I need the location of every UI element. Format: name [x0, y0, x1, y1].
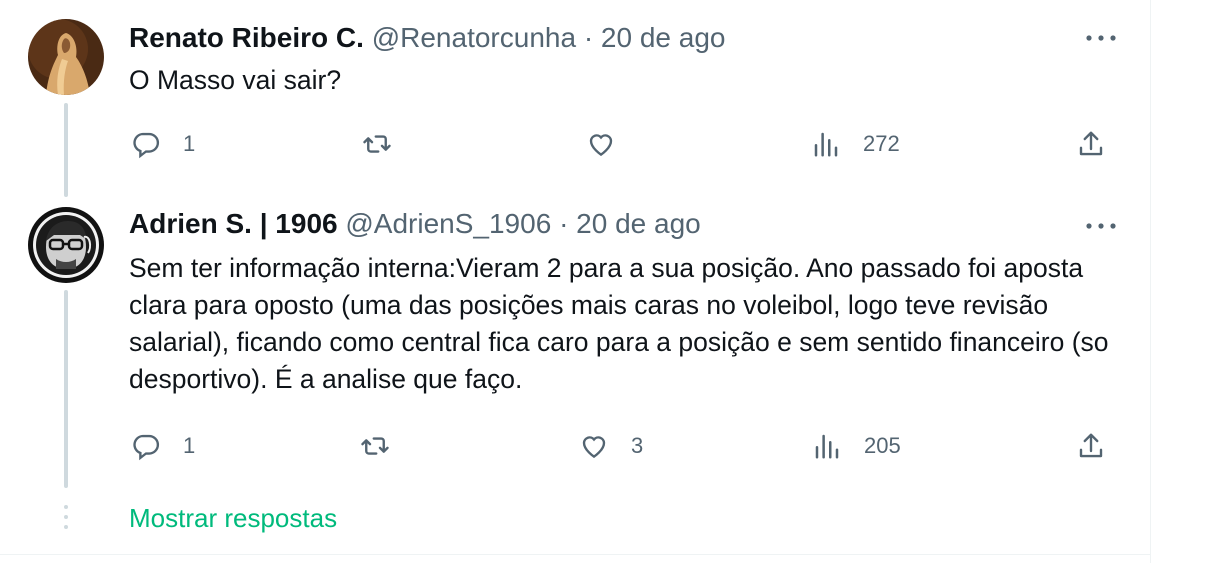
like-button[interactable] — [586, 124, 638, 164]
retweet-icon — [361, 437, 389, 455]
separator-dot: · — [583, 22, 594, 53]
share-icon — [1079, 131, 1103, 156]
share-icon — [1079, 433, 1103, 458]
reply-icon — [133, 434, 160, 461]
author-name[interactable]: Adrien S. | 1906 — [129, 208, 338, 239]
more-options-icon[interactable] — [1084, 28, 1118, 48]
avatar[interactable] — [28, 19, 104, 95]
like-count: 3 — [631, 433, 644, 458]
share-button[interactable] — [1076, 124, 1106, 164]
more-options-icon[interactable] — [1084, 216, 1118, 236]
reply-button[interactable]: 1 — [131, 124, 195, 164]
views-button[interactable]: 205 — [812, 426, 901, 466]
views-button[interactable]: 272 — [811, 124, 900, 164]
share-button[interactable] — [1076, 426, 1106, 466]
author-handle[interactable]: @AdrienS_1906 — [345, 208, 551, 239]
show-replies-link[interactable]: Mostrar respostas — [129, 503, 337, 534]
avatar-image — [28, 19, 104, 95]
retweet-button[interactable] — [360, 426, 412, 466]
avatar[interactable] — [28, 207, 104, 283]
view-count: 272 — [863, 131, 900, 156]
tweet-header: Renato Ribeiro C. @Renatorcunha · 20 de … — [129, 20, 726, 56]
author-name[interactable]: Renato Ribeiro C. — [129, 22, 364, 53]
heart-icon — [582, 436, 606, 459]
view-count: 205 — [864, 433, 901, 458]
avatar-image — [28, 207, 104, 283]
tweet-actions: 1 3 205 — [0, 426, 1150, 466]
retweet-button[interactable] — [362, 124, 414, 164]
tweet-date[interactable]: 20 de ago — [601, 22, 726, 53]
author-handle[interactable]: @Renatorcunha — [372, 22, 576, 53]
views-icon — [814, 132, 838, 157]
like-button[interactable]: 3 — [579, 426, 643, 466]
thread-continuation-dots — [64, 505, 68, 537]
tweet-text: Sem ter informação interna:Vieram 2 para… — [129, 253, 1109, 394]
reply-button[interactable]: 1 — [131, 426, 195, 466]
column-bottom-border — [0, 554, 1150, 555]
reply-count: 1 — [183, 433, 196, 458]
retweet-icon — [363, 135, 391, 153]
views-icon — [815, 434, 839, 459]
tweet-header: Adrien S. | 1906 @AdrienS_1906 · 20 de a… — [129, 206, 701, 242]
separator-dot: · — [559, 208, 569, 239]
tweet-date[interactable]: 20 de ago — [576, 208, 701, 239]
reply-icon — [133, 132, 160, 159]
tweet-text: O Masso vai sair? — [129, 65, 342, 95]
heart-icon — [589, 134, 613, 157]
reply-count: 1 — [183, 131, 196, 156]
column-right-border — [1150, 0, 1151, 563]
tweet-actions: 1 272 — [0, 124, 1150, 164]
